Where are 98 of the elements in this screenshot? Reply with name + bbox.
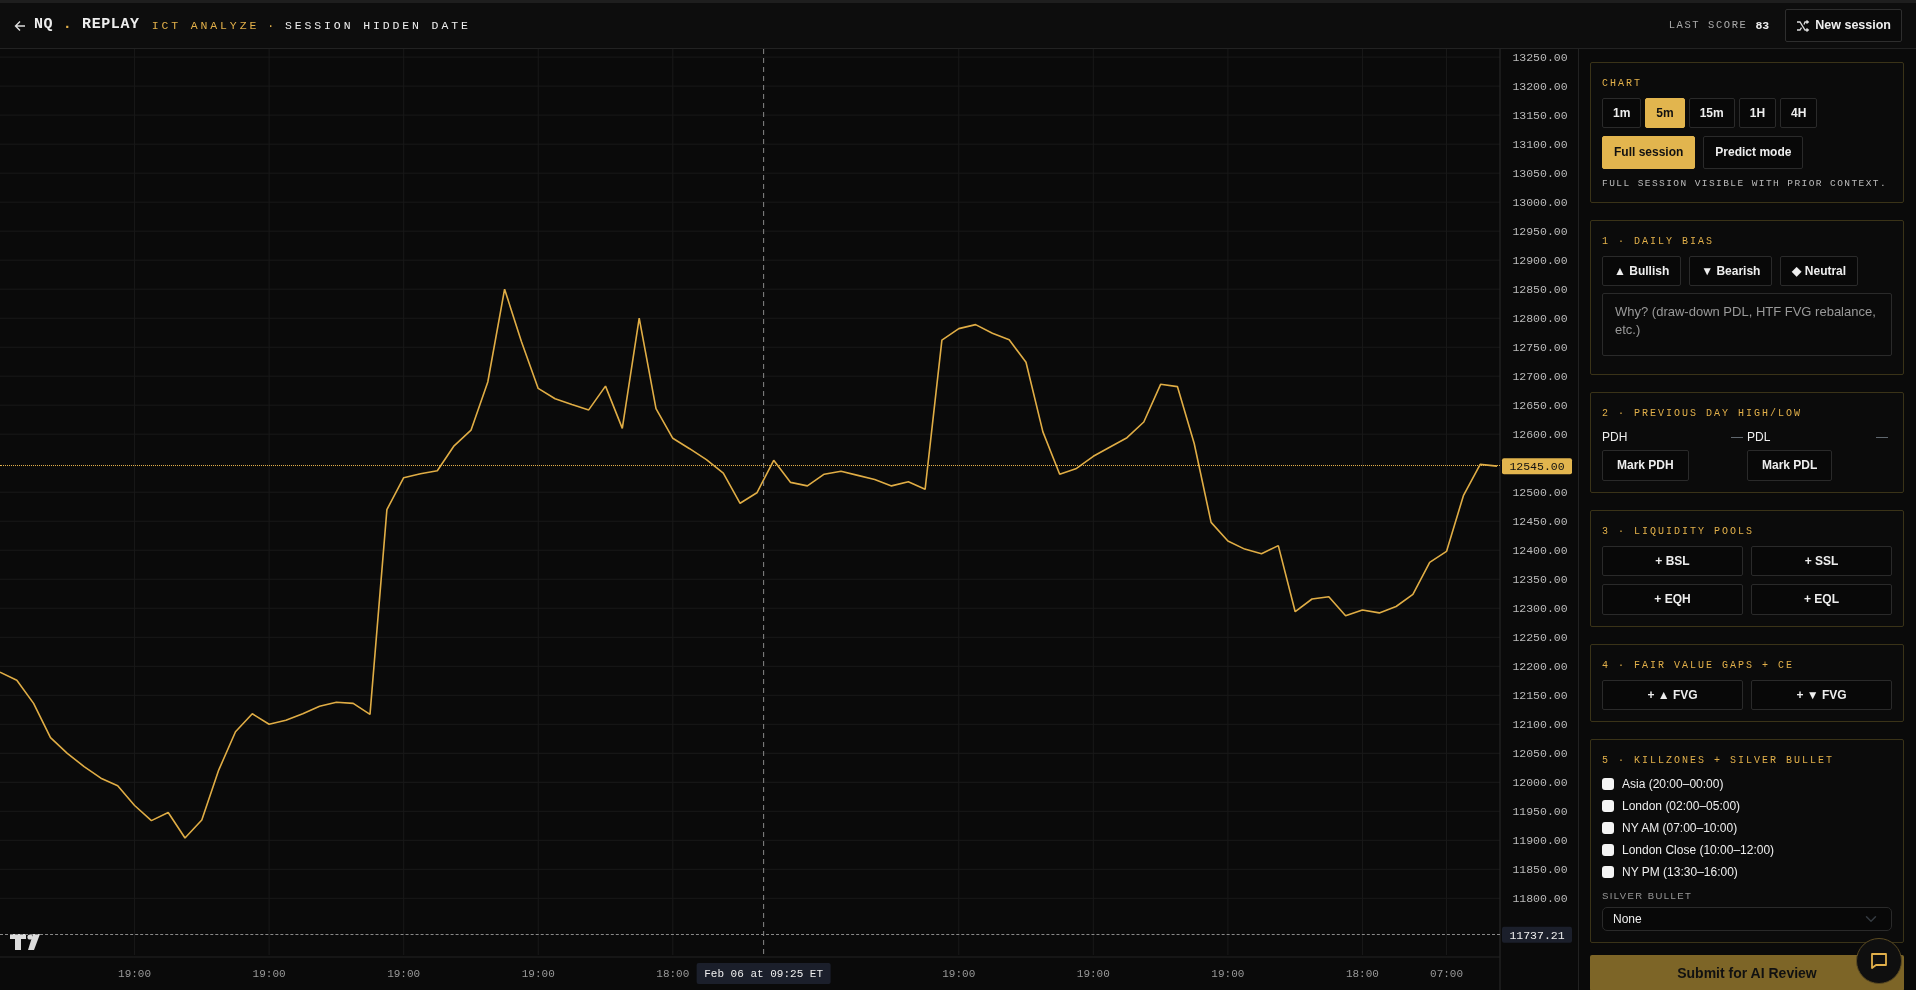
score-label: LAST SCORE (1668, 17, 1748, 33)
time-axis-label: 19:00 (118, 968, 152, 980)
price-axis-label: 13200.00 (1512, 80, 1568, 94)
price-axis-label: 12400.00 (1512, 544, 1568, 558)
price-axis-label: 13250.00 (1512, 51, 1568, 65)
section-heading: CHART (1602, 77, 1643, 91)
bias-button[interactable]: ▼ Bearish (1689, 256, 1773, 287)
section-heading: 5 · KILLZONES + SILVER BULLET (1602, 754, 1836, 768)
add-marker-button[interactable]: + BSL (1602, 545, 1743, 577)
level-value: — (1731, 429, 1743, 447)
price-axis-label: 12600.00 (1512, 428, 1568, 442)
time-axis-label: 07:00 (1430, 968, 1464, 980)
select-label: SILVER BULLET (1602, 889, 1694, 903)
timeframe-button[interactable]: 4H (1780, 98, 1818, 129)
price-axis-label: 13100.00 (1512, 138, 1568, 152)
chat-icon (1869, 951, 1889, 971)
price-axis-label: 12250.00 (1512, 631, 1568, 645)
back-arrow-icon[interactable] (14, 19, 26, 32)
price-axis-label: 13000.00 (1512, 196, 1568, 210)
time-axis-label: 19:00 (252, 968, 286, 980)
price-axis-label: 12800.00 (1512, 312, 1568, 326)
ref-line-label: 11737.21 (1509, 928, 1565, 942)
killzone-checkbox[interactable] (1602, 866, 1614, 878)
price-axis-label: 12100.00 (1512, 718, 1568, 732)
bias-button[interactable]: ▲ Bullish (1602, 256, 1682, 287)
price-axis-label: 12200.00 (1512, 660, 1568, 674)
level-label: PDL (1747, 429, 1771, 447)
session-label: SESSION HIDDEN DATE (284, 17, 471, 34)
view-mode-button[interactable]: Full session (1602, 136, 1696, 169)
section-heading: 3 · LIQUIDITY POOLS (1602, 524, 1756, 539)
time-axis-label: 19:00 (942, 968, 976, 980)
time-axis-label: 18:00 (1345, 968, 1379, 980)
timeframe-button[interactable]: 15m (1688, 98, 1735, 129)
time-axis-label: 18:00 (656, 968, 690, 980)
price-axis-label: 12950.00 (1512, 225, 1568, 239)
price-axis-label: 11950.00 (1512, 805, 1568, 819)
annotation: Feb 06 at 09:25 ET (704, 968, 824, 980)
time-axis-label: 19:00 (1211, 968, 1245, 980)
add-marker-button[interactable]: + SSL (1751, 545, 1892, 577)
price-axis-label: 13050.00 (1512, 167, 1568, 181)
timeframe-button[interactable]: 5m (1645, 98, 1685, 129)
price-axis-label: 12150.00 (1512, 689, 1568, 703)
killzone-label: London (02:00–05:00) (1622, 798, 1741, 815)
price-axis-label: 11800.00 (1512, 892, 1568, 906)
killzone-label: NY PM (13:30–16:00) (1622, 864, 1738, 881)
price-axis-label: 12000.00 (1512, 776, 1568, 790)
score-value: 83 (1755, 17, 1770, 34)
killzone-checkbox[interactable] (1602, 800, 1614, 812)
add-marker-button[interactable]: + ▲ FVG (1602, 679, 1743, 710)
price-axis-label: 12700.00 (1512, 370, 1568, 384)
last-price-tag: 12545.00 (1502, 458, 1572, 475)
reason-field[interactable]: Why? (draw-down PDL, HTF FVG rebalance, etc.) (1602, 293, 1892, 357)
ref-line-label: 12545.00 (1509, 460, 1565, 474)
timeframe-button[interactable]: 1H (1738, 98, 1777, 129)
time-axis-label: 19:00 (387, 968, 421, 980)
killzone-label: Asia (20:00–00:00) (1622, 776, 1724, 793)
mark-level-button[interactable]: Mark PDH (1602, 450, 1689, 481)
killzone-label: London Close (10:00–12:00) (1622, 842, 1775, 859)
price-axis-label: 11850.00 (1512, 863, 1568, 877)
brand-logo: NQ . REPLAY (34, 15, 140, 36)
price-axis-label: 12650.00 (1512, 399, 1568, 413)
new-session-button[interactable]: New session (1785, 9, 1902, 42)
crosshair-price-tag: 11737.21 (1502, 926, 1572, 943)
price-axis-label: 12450.00 (1512, 515, 1568, 529)
killzone-checkbox[interactable] (1602, 778, 1614, 790)
logo-icon (10, 934, 40, 950)
level-value: — (1876, 429, 1888, 447)
price-axis-label: 12300.00 (1512, 602, 1568, 616)
timeframe-button[interactable]: 1m (1602, 98, 1642, 129)
time-axis-label: 19:00 (1076, 968, 1110, 980)
price-axis-label: 12500.00 (1512, 486, 1568, 500)
section-heading: 2 · PREVIOUS DAY HIGH/LOW (1602, 407, 1804, 422)
mark-level-button[interactable]: Mark PDL (1747, 450, 1833, 481)
separator-dot: · (267, 17, 277, 34)
add-marker-button[interactable]: + EQH (1602, 584, 1743, 615)
price-axis-label: 13150.00 (1512, 109, 1568, 123)
time-axis-label: 19:00 (521, 968, 555, 980)
shuffle-icon (1796, 19, 1811, 32)
killzone-checkbox[interactable] (1602, 822, 1614, 834)
setup-select[interactable]: None (1602, 907, 1892, 932)
bias-button[interactable]: ◆ Neutral (1780, 256, 1859, 287)
killzone-label: NY AM (07:00–10:00) (1622, 820, 1738, 837)
add-marker-button[interactable]: + ▼ FVG (1751, 679, 1892, 710)
level-label: PDH (1602, 429, 1628, 447)
mode-label: ICT ANALYZE (151, 17, 260, 34)
price-axis-label: 12350.00 (1512, 573, 1568, 587)
crosshair-time-tag: Feb 06 at 09:25 ET (696, 963, 831, 984)
killzone-checkbox[interactable] (1602, 844, 1614, 856)
section-heading: 1 · DAILY BIAS (1602, 235, 1715, 250)
mode-note: FULL SESSION VISIBLE WITH PRIOR CONTEXT. (1602, 176, 1889, 191)
view-mode-button[interactable]: Predict mode (1703, 136, 1804, 169)
add-marker-button[interactable]: + EQL (1751, 584, 1892, 615)
price-axis-label: 12900.00 (1512, 254, 1568, 268)
price-axis-label: 12750.00 (1512, 341, 1568, 355)
price-axis-label: 11900.00 (1512, 834, 1568, 848)
price-axis-label: 12050.00 (1512, 747, 1568, 761)
section-heading: 4 · FAIR VALUE GAPS + CE (1602, 658, 1796, 673)
price-axis-label: 12850.00 (1512, 283, 1568, 297)
